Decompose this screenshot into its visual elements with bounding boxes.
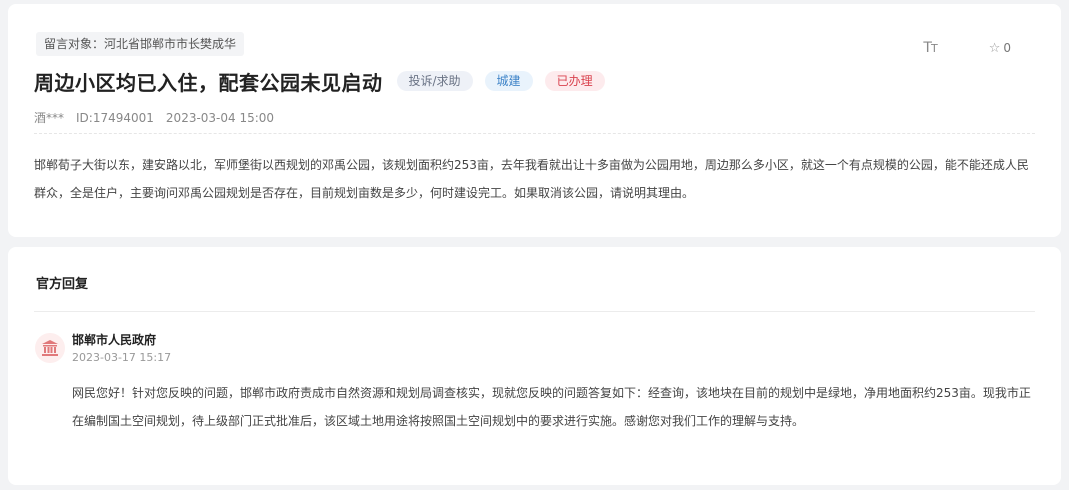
- reply-body: 网民您好！针对您反映的问题，邯郸市政府责成市自然资源和规划局调查核实，现就您反映…: [72, 386, 1031, 428]
- title-row: 周边小区均已入住，配套公园未见启动 投诉/求助 城建 已办理: [34, 66, 605, 96]
- author-name: 酒***: [34, 111, 65, 125]
- divider: [34, 133, 1035, 134]
- message-target-chip: 留言对象：河北省邯郸市市长樊成华: [36, 32, 245, 56]
- font-size-icon[interactable]: TT: [923, 40, 937, 56]
- message-title: 周边小区均已入住，配套公园未见启动: [34, 70, 383, 95]
- message-datetime: 2023-03-04 15:00: [165, 111, 275, 125]
- type-tag: 投诉/求助: [396, 71, 473, 91]
- star-count: 0: [1003, 41, 1011, 55]
- message-body: 邯郸荀子大街以东，建安路以北，军师堡街以西规划的邓禹公园，该规划面积约253亩，…: [34, 158, 1029, 200]
- divider: [34, 311, 1035, 312]
- section-title: 官方回复: [36, 277, 89, 292]
- category-tag: 城建: [484, 71, 533, 91]
- message-tools: TT ☆ 0: [923, 38, 1011, 58]
- reply-date: 2023-03-17 15:17: [72, 351, 172, 364]
- government-building-icon: [42, 340, 58, 356]
- official-reply-card: 官方回复 邯郸市人民政府 2023-03-17 15:17 网民您好！针对您反映…: [8, 247, 1061, 485]
- reply-org-name: 邯郸市人民政府: [72, 333, 157, 347]
- avatar: [35, 333, 65, 363]
- favorite-button[interactable]: ☆ 0: [989, 41, 1011, 56]
- star-icon: ☆: [988, 40, 1001, 56]
- status-badge: 已办理: [544, 71, 605, 91]
- message-card: 留言对象：河北省邯郸市市长樊成华 TT ☆ 0 周边小区均已入住，配套公园未见启…: [8, 4, 1061, 237]
- message-id: ID:17494001: [76, 111, 154, 125]
- message-meta: 酒*** ID:17494001 2023-03-04 15:00: [34, 108, 298, 128]
